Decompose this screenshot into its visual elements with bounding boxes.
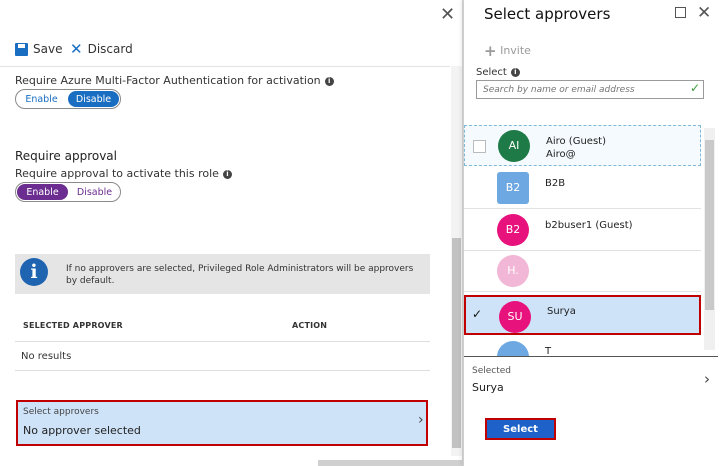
mfa-label-text: Require Azure Multi-Factor Authenticatio… xyxy=(15,74,321,87)
user-name: Airo (Guest) xyxy=(546,136,606,147)
info-notice: i If no approvers are selected, Privileg… xyxy=(15,254,430,294)
checkbox[interactable] xyxy=(473,140,486,153)
empty-results: No results xyxy=(21,351,72,362)
column-header-action: ACTION xyxy=(292,321,328,330)
user-row[interactable]: AI Airo (Guest) Airo@ xyxy=(464,125,701,166)
approval-label: Require approval to activate this role i xyxy=(15,167,232,180)
user-row-selected[interactable]: ✓ SU Surya xyxy=(464,295,701,335)
divider xyxy=(464,356,718,357)
invite-button[interactable]: + Invite xyxy=(484,42,531,60)
info-icon: i xyxy=(510,68,520,77)
toolbar-divider xyxy=(0,66,450,67)
select-approvers-label: Select approvers xyxy=(23,407,99,417)
require-approval-heading: Require approval xyxy=(15,149,117,163)
scrollbar-thumb[interactable] xyxy=(705,140,714,310)
close-icon[interactable]: ✕ xyxy=(697,3,711,23)
chevron-right-icon: › xyxy=(418,412,424,428)
save-icon xyxy=(15,42,28,56)
user-email: Airo@ xyxy=(546,149,576,160)
selected-label: Selected xyxy=(472,366,512,376)
scrollbar-thumb[interactable] xyxy=(452,238,461,448)
avatar: SU xyxy=(499,301,531,333)
discard-icon: ✕ xyxy=(70,39,83,58)
user-name: T xyxy=(545,346,552,356)
left-blade: ✕ Save ✕ Discard Require Azure Multi-Fac… xyxy=(0,0,463,466)
column-header-selected-approver: SELECTED APPROVER xyxy=(23,321,123,330)
user-name: b2buser1 (Guest) xyxy=(545,220,633,231)
check-icon: ✓ xyxy=(690,81,701,95)
mfa-enable-option[interactable]: Enable xyxy=(16,90,67,108)
avatar: H. xyxy=(497,255,529,287)
save-label: Save xyxy=(33,42,63,56)
mfa-label: Require Azure Multi-Factor Authenticatio… xyxy=(15,74,334,87)
discard-label: Discard xyxy=(87,42,133,56)
user-row[interactable]: B2 b2buser1 (Guest) xyxy=(464,210,701,251)
mfa-toggle[interactable]: Enable Disable xyxy=(15,89,121,109)
approval-enable-option[interactable]: Enable xyxy=(17,184,68,200)
invite-label: Invite xyxy=(500,44,531,57)
user-name: B2B xyxy=(545,178,566,189)
select-label-text: Select xyxy=(476,67,507,78)
avatar xyxy=(497,341,529,356)
approval-disable-option[interactable]: Disable xyxy=(69,183,120,201)
approval-toggle[interactable]: Enable Disable xyxy=(15,182,121,202)
info-icon: i xyxy=(222,170,232,179)
user-name: Surya xyxy=(547,306,576,317)
info-icon: i xyxy=(20,258,48,286)
selected-value: Surya xyxy=(472,381,504,394)
table-divider xyxy=(15,370,430,371)
table-divider xyxy=(15,341,430,342)
approval-label-text: Require approval to activate this role xyxy=(15,167,219,180)
user-row[interactable]: H. xyxy=(464,251,701,292)
select-label: Select i xyxy=(476,67,520,78)
select-approvers-field[interactable]: Select approvers No approver selected › xyxy=(16,400,428,446)
select-approvers-value: No approver selected xyxy=(23,424,141,437)
save-button[interactable]: Save xyxy=(15,42,62,56)
mfa-disable-option[interactable]: Disable xyxy=(68,91,119,107)
user-row[interactable]: B2 B2B xyxy=(464,168,701,209)
plus-icon: + xyxy=(484,42,497,60)
avatar: B2 xyxy=(497,172,529,204)
avatar: B2 xyxy=(497,214,529,246)
chevron-right-icon[interactable]: › xyxy=(704,370,710,388)
select-approvers-blade: Select approvers ✕ + Invite Selecti ✓ AI… xyxy=(463,0,720,466)
blade-title: Select approvers xyxy=(484,5,611,23)
search-input[interactable] xyxy=(476,80,704,99)
user-row[interactable]: T xyxy=(464,337,701,356)
select-button[interactable]: Select xyxy=(485,418,556,440)
close-icon[interactable]: ✕ xyxy=(440,4,455,25)
maximize-icon[interactable] xyxy=(675,7,686,18)
checkmark-icon: ✓ xyxy=(472,307,483,321)
discard-button[interactable]: ✕ Discard xyxy=(70,39,133,58)
info-icon: i xyxy=(324,77,334,86)
notice-text: If no approvers are selected, Privileged… xyxy=(66,264,414,286)
avatar: AI xyxy=(498,130,530,162)
